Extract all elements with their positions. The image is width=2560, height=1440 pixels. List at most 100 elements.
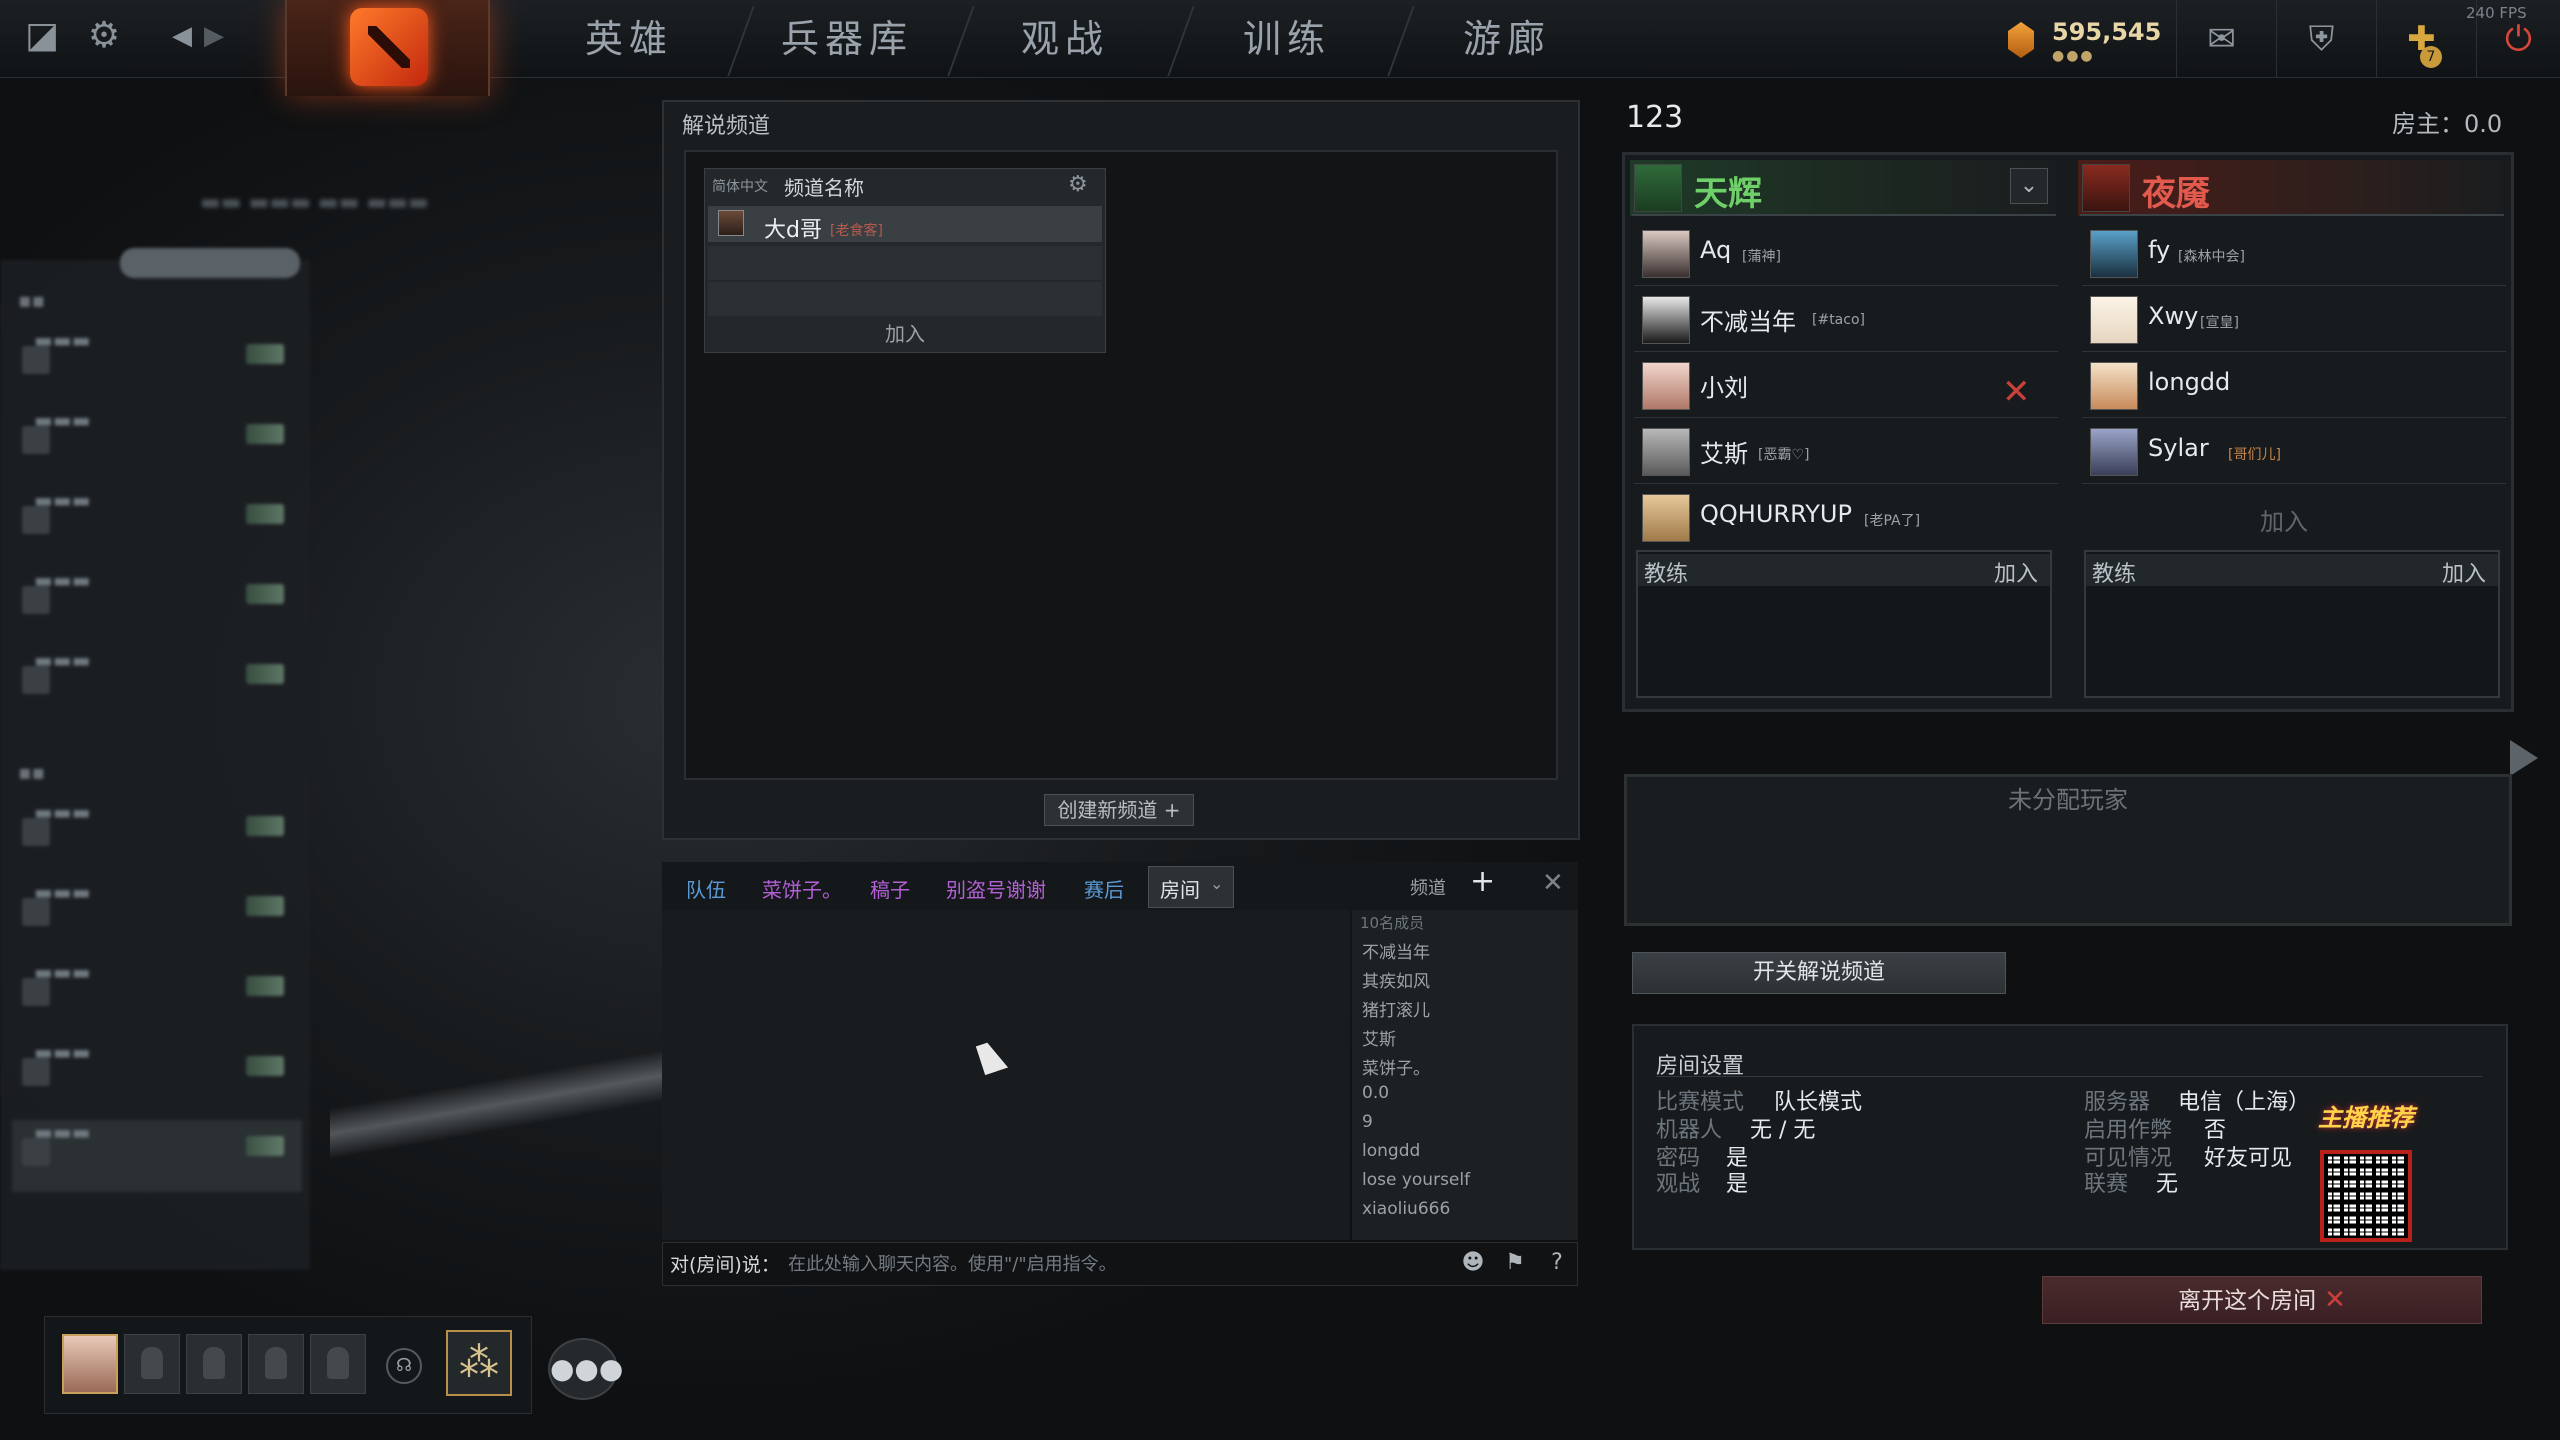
member-item[interactable]: 不减当年 <box>1362 938 1430 963</box>
friend-row[interactable]: ▬▬▬ <box>12 328 302 400</box>
rank-medal-icon[interactable]: ⁂ <box>446 1330 512 1396</box>
chat-tab-postgame[interactable]: 赛后 <box>1084 874 1124 903</box>
dire-slot-3[interactable]: longdd <box>2082 354 2506 418</box>
friend-row[interactable]: ▬▬▬ <box>12 568 302 640</box>
chat-placeholder: 在此处输入聊天内容。使用"/"启用指令。 <box>788 1254 1117 1275</box>
shards-level-dots: ●●● <box>2052 48 2095 64</box>
radiant-slot-3[interactable]: 小刘 <box>1634 354 2058 418</box>
avatar <box>1642 362 1690 410</box>
friends-sidebar: ▪▪ ▬▬▬ ▬▬▬ ▬▬▬ ▬▬▬ ▬▬▬ ▪▪ ▬▬▬ ▬▬▬ ▬▬▬ ▬▬… <box>0 248 310 1270</box>
member-item[interactable]: 菜饼子。 <box>1362 1054 1430 1079</box>
friend-row[interactable]: ▬▬▬ <box>12 1120 302 1192</box>
setting-value: 无 / 无 <box>1750 1118 1816 1143</box>
leave-lobby-button[interactable]: 离开这个房间 ✕ <box>2042 1276 2482 1324</box>
member-item[interactable]: 9 <box>1362 1112 1373 1132</box>
caster-slot-empty <box>708 246 1102 280</box>
dota-plus-icon[interactable]: ◪ <box>20 14 64 58</box>
chat-channel-label[interactable]: 频道 <box>1410 874 1446 900</box>
lobby-host: 房主：0.0 <box>2392 110 2503 138</box>
dire-divider <box>2080 214 2504 216</box>
party-self-avatar[interactable] <box>62 1334 118 1394</box>
avatar <box>1642 428 1690 476</box>
avatar <box>1642 296 1690 344</box>
expand-arrow-icon[interactable] <box>2510 740 2538 776</box>
toggle-caster-channel-button[interactable]: 开关解说频道 <box>1632 952 2006 994</box>
player-name: longdd <box>2148 368 2231 396</box>
chat-messages[interactable] <box>662 910 1350 1240</box>
party-empty-slot[interactable] <box>186 1334 242 1394</box>
dire-slot-1[interactable]: fy [森林中会] <box>2082 222 2506 286</box>
radiant-coach-header <box>1638 554 2050 586</box>
nav-watch[interactable]: 观战 <box>970 0 1160 78</box>
player-tag: [蒲神] <box>1742 249 1781 265</box>
dire-coach-join[interactable]: 加入 <box>2442 556 2486 588</box>
setting-value: 是 <box>1726 1172 1749 1197</box>
chat-tab-user-3[interactable]: 别盗号谢谢 <box>946 874 1046 903</box>
rewards-icon[interactable]: ✚ <box>2376 0 2466 78</box>
friend-row[interactable]: ▬▬▬ <box>12 960 302 1032</box>
mail-icon[interactable]: ✉ <box>2176 0 2266 78</box>
create-channel-button[interactable]: 创建新频道 + <box>1044 794 1194 826</box>
caster-channel-title: 解说频道 <box>682 114 771 139</box>
friend-row[interactable]: ▬▬▬ <box>12 408 302 480</box>
friend-row[interactable]: ▬▬▬ <box>12 488 302 560</box>
chat-target-prefix: 对(房间)说： <box>670 1254 780 1276</box>
player-name: Xwy <box>2148 302 2199 330</box>
radiant-coach-label: 教练 <box>1644 562 1689 587</box>
dire-slot-4[interactable]: Sylar [哥们儿] <box>2082 420 2506 484</box>
member-item[interactable]: 猪打滚儿 <box>1362 996 1430 1021</box>
nav-learn[interactable]: 训练 <box>1192 0 1382 78</box>
emoji-icon[interactable]: ☻ <box>1458 1248 1488 1278</box>
radiant-slot-4[interactable]: 艾斯 [恶霸♡] <box>1634 420 2058 484</box>
member-item[interactable]: 0.0 <box>1362 1083 1389 1103</box>
party-menu-icon[interactable]: ●●● <box>548 1338 623 1400</box>
dire-join-button[interactable]: 加入 <box>2260 502 2308 537</box>
chat-tab-room-label: 房间 <box>1160 878 1200 902</box>
dire-coach-header <box>2086 554 2498 586</box>
member-item[interactable]: 艾斯 <box>1362 1025 1396 1050</box>
friend-row[interactable]: ▬▬▬ <box>12 1040 302 1112</box>
setting-key: 观战 <box>1656 1172 1701 1197</box>
settings-divider <box>1656 1076 2482 1077</box>
channel-settings-gear-icon[interactable]: ⚙ <box>1068 172 1088 197</box>
member-item[interactable]: 其疾如风 <box>1362 967 1430 992</box>
setting-value: 好友可见 <box>2204 1146 2293 1171</box>
forward-arrow-icon[interactable]: ▶ <box>192 14 236 58</box>
caster-slot-empty <box>708 282 1102 316</box>
friend-row[interactable]: ▬▬▬ <box>12 648 302 720</box>
radiant-coach-join[interactable]: 加入 <box>1994 556 2038 588</box>
kick-player-icon[interactable]: ✕ <box>2002 372 2031 412</box>
dire-slot-2[interactable]: Xwy [宣皇] <box>2082 288 2506 352</box>
streamer-recommend-title: 主播推荐 <box>2318 1104 2414 1132</box>
radiant-icon <box>1634 164 1682 212</box>
party-empty-slot[interactable] <box>124 1334 180 1394</box>
settings-gear-icon[interactable]: ⚙ <box>82 14 126 58</box>
radiant-slot-2[interactable]: 不减当年 [#taco] <box>1634 288 2058 352</box>
chat-tab-team[interactable]: 队伍 <box>686 874 726 903</box>
armory-cosmetics-icon[interactable]: ⛨ <box>2276 0 2366 78</box>
chat-tab-user-1[interactable]: 菜饼子。 <box>762 874 842 903</box>
channel-join-button[interactable]: 加入 <box>708 318 1102 350</box>
member-item[interactable]: longdd <box>1362 1141 1420 1161</box>
dota-logo[interactable] <box>350 8 428 86</box>
chat-tab-user-2[interactable]: 稿子 <box>870 874 910 903</box>
player-name: Aq <box>1700 236 1732 264</box>
radiant-slot-1[interactable]: Aq [蒲神] <box>1634 222 2058 286</box>
party-empty-slot[interactable] <box>310 1334 366 1394</box>
nav-armory[interactable]: 兵器库 <box>752 0 942 78</box>
member-item[interactable]: lose yourself <box>1362 1170 1470 1190</box>
voice-chat-icon[interactable]: ☊ <box>386 1348 422 1384</box>
member-item[interactable]: xiaoliu666 <box>1362 1199 1450 1219</box>
add-channel-icon[interactable]: + <box>1470 864 1495 899</box>
nav-heroes[interactable]: 英雄 <box>534 0 724 78</box>
party-empty-slot[interactable] <box>248 1334 304 1394</box>
team-dropdown-button[interactable]: ⌄ <box>2010 168 2048 204</box>
friend-row[interactable]: ▬▬▬ <box>12 800 302 872</box>
close-chat-icon[interactable]: ✕ <box>1542 868 1564 898</box>
help-icon[interactable]: ? <box>1542 1248 1572 1278</box>
friend-row[interactable]: ▬▬▬ <box>12 880 302 952</box>
wheel-icon[interactable]: ⚑ <box>1500 1248 1530 1278</box>
player-name: 小刘 <box>1700 374 1748 402</box>
nav-arcade[interactable]: 游廊 <box>1412 0 1602 78</box>
radiant-slot-5[interactable]: QQHURRYUP [老PA了] <box>1634 486 2058 550</box>
